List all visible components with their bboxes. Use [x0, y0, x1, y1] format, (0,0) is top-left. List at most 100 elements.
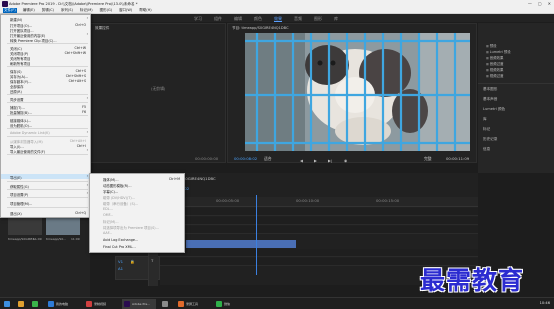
- menu-item-project-settings[interactable]: 项目设置(P) ›: [1, 191, 90, 196]
- workspace-tab-editing[interactable]: 编辑: [234, 16, 242, 22]
- menu-markers[interactable]: 标记(M): [79, 8, 94, 13]
- taskbar-app-premiere[interactable]: Adobe Pre...: [122, 299, 156, 309]
- program-monitor-title[interactable]: 节目: timeapp/S0GIRE4NQ1DBC: [232, 26, 289, 31]
- timeline-track-a1[interactable]: [160, 249, 478, 257]
- app-icon: [162, 301, 168, 307]
- workspace-tab-learn[interactable]: 学习: [194, 16, 202, 22]
- export-frame-icon[interactable]: ◉: [344, 158, 347, 163]
- workspace-tab-libraries[interactable]: 库: [334, 16, 338, 22]
- close-button[interactable]: ✕: [548, 1, 551, 6]
- submenu-item-avid-log-exchange[interactable]: Avid Log Exchange...: [90, 237, 184, 242]
- panel-essential-graphics[interactable]: 基本图形: [483, 87, 497, 92]
- menu-separator: [7, 128, 88, 129]
- taskbar-app[interactable]: [16, 299, 28, 309]
- submenu-item-final-cut-pro-xml[interactable]: Final Cut Pro XML...: [90, 244, 184, 249]
- effects-tree-audio-effects[interactable]: 音频效果: [486, 55, 504, 60]
- track-lock-icon[interactable]: 🔒: [130, 259, 135, 264]
- menu-sequence[interactable]: 序列(S): [60, 8, 74, 13]
- minimize-button[interactable]: —: [528, 1, 532, 6]
- track-target-a1[interactable]: A1: [118, 266, 123, 271]
- chevron-right-icon: ›: [86, 191, 88, 196]
- chevron-right-icon: ›: [86, 174, 88, 179]
- menu-item-sync-settings[interactable]: 同步设置 ›: [1, 96, 90, 101]
- taskbar-app[interactable]: 我的电脑: [46, 299, 80, 309]
- submenu-item-aaf: AAF...: [103, 230, 113, 235]
- chevron-right-icon: ›: [86, 96, 88, 101]
- project-item-duration: 11:09: [71, 237, 80, 241]
- taskbar-app[interactable]: 录屏工具: [176, 299, 210, 309]
- menu-item-project-manager[interactable]: 项目管理(M)...: [1, 200, 90, 206]
- step-back-icon[interactable]: ◀: [300, 158, 303, 163]
- program-timecode-duration: 00:00:11:09: [446, 156, 470, 161]
- taskbar-app[interactable]: [30, 299, 42, 309]
- type-tool-icon[interactable]: T: [151, 258, 153, 263]
- ruler-tick-label: 00:00:15:00: [376, 198, 400, 203]
- program-quality-dropdown[interactable]: 完整: [424, 156, 432, 162]
- effects-tree-lumetri-presets[interactable]: Lumetri 预设: [486, 49, 511, 54]
- effect-controls-empty-note: (无剪辑): [151, 86, 166, 91]
- submenu-item-captions[interactable]: 字幕(C)...: [90, 188, 184, 194]
- project-thumbnail[interactable]: [46, 215, 80, 235]
- workspace-tab-assembly[interactable]: 组件: [214, 16, 222, 22]
- menu-item-revert[interactable]: 还原(R): [1, 88, 90, 94]
- menu-clip[interactable]: 剪辑(C): [41, 8, 55, 13]
- project-item-name: timeapp/S0...: [46, 237, 67, 241]
- panel-info[interactable]: 信息: [483, 147, 490, 152]
- panel-markers[interactable]: 标记: [483, 127, 490, 132]
- program-timecode-current[interactable]: 00:00:08:02: [234, 156, 257, 161]
- submenu-item-motion-graphics-template[interactable]: 动态图形模板(R)...: [90, 182, 184, 188]
- menu-edit[interactable]: 编辑(E): [22, 8, 36, 13]
- submenu-item-media[interactable]: 媒体(M)... Ctrl+M: [90, 176, 184, 182]
- panel-lumetri-color[interactable]: Lumetri 颜色: [483, 107, 505, 112]
- play-icon[interactable]: ▶: [314, 158, 317, 163]
- menu-item-make-offline[interactable]: 设为脱机(O)...: [1, 122, 90, 128]
- menu-separator: [7, 66, 88, 67]
- menu-item-import-recent[interactable]: 导入最近使用的文件(F) ›: [1, 148, 90, 153]
- start-button[interactable]: [2, 299, 14, 309]
- timeline-video-clip[interactable]: [186, 240, 296, 248]
- workspace-tab-color[interactable]: 颜色: [254, 16, 262, 22]
- window-title: Adobe Premiere Pro 2019 - D:\\文档\\Adobe\…: [9, 1, 138, 6]
- project-thumbnail[interactable]: [8, 215, 42, 235]
- menu-item-get-properties[interactable]: 获取属性(G) ›: [1, 183, 90, 188]
- maximize-button[interactable]: ▢: [538, 1, 542, 6]
- taskbar-app[interactable]: 录制视频: [84, 299, 118, 309]
- menu-item-export[interactable]: 导出(E) ›: [1, 174, 90, 180]
- workspace-tab-graphics[interactable]: 图形: [314, 16, 322, 22]
- chevron-right-icon: ›: [86, 148, 88, 153]
- menu-window[interactable]: 窗口(W): [118, 8, 133, 13]
- effect-controls-title[interactable]: 效果控件: [95, 26, 109, 31]
- effect-controls-panel: 效果控件 (无剪辑) 00:00:00:00: [90, 23, 226, 163]
- timeline-track-v1[interactable]: [160, 226, 478, 234]
- menu-separator: [7, 115, 88, 116]
- panel-history[interactable]: 历史记录: [483, 137, 497, 142]
- effects-tree-audio-transitions[interactable]: 音频过渡: [486, 61, 504, 66]
- menu-help[interactable]: 帮助(H): [138, 8, 152, 13]
- timeline-track-v2[interactable]: [160, 217, 478, 225]
- panel-essential-sound[interactable]: 基本声音: [483, 97, 497, 102]
- workspace-tab-effects[interactable]: 效果: [274, 16, 282, 22]
- program-fit-dropdown[interactable]: 适合: [264, 156, 272, 162]
- effects-tree-presets[interactable]: 预设: [486, 43, 497, 48]
- export-submenu: 媒体(M)... Ctrl+M 动态图形模板(R)... 字幕(C)... 磁带 …: [89, 173, 185, 253]
- menu-graphics[interactable]: 图形(G): [99, 8, 113, 13]
- system-clock[interactable]: 10:46: [540, 301, 550, 305]
- panel-libraries[interactable]: 库: [483, 117, 487, 122]
- timeline-playhead[interactable]: [256, 195, 257, 275]
- menu-item-batch-capture[interactable]: 批量捕捉(B)... F6: [1, 109, 90, 115]
- menu-item-exit[interactable]: 退出(X) Ctrl+Q: [1, 210, 90, 216]
- timeline-track-v3[interactable]: [160, 208, 478, 216]
- taskbar-app[interactable]: [160, 299, 172, 309]
- taskbar-app[interactable]: 微信: [214, 299, 248, 309]
- effects-tree-video-effects[interactable]: 视频效果: [486, 67, 504, 72]
- effects-tree-video-transitions[interactable]: 视频过渡: [486, 73, 504, 78]
- menu-item-new[interactable]: 新建(N) ›: [1, 16, 90, 21]
- track-target-v1[interactable]: V1: [118, 259, 123, 264]
- menu-item-convert-clip-project[interactable]: 转换 Premiere Clip 项目(C)...: [1, 37, 90, 43]
- menu-item-refresh-all-projects[interactable]: 刷新所有项目: [1, 60, 90, 66]
- timeline-ruler[interactable]: 00:00:05:00 00:00:10:00 00:00:15:00: [160, 197, 478, 207]
- workspace-tab-audio[interactable]: 音频: [294, 16, 302, 22]
- step-forward-icon[interactable]: ▶|: [328, 158, 332, 163]
- premiere-icon: [124, 301, 130, 307]
- menu-file[interactable]: 文件(F): [3, 8, 17, 13]
